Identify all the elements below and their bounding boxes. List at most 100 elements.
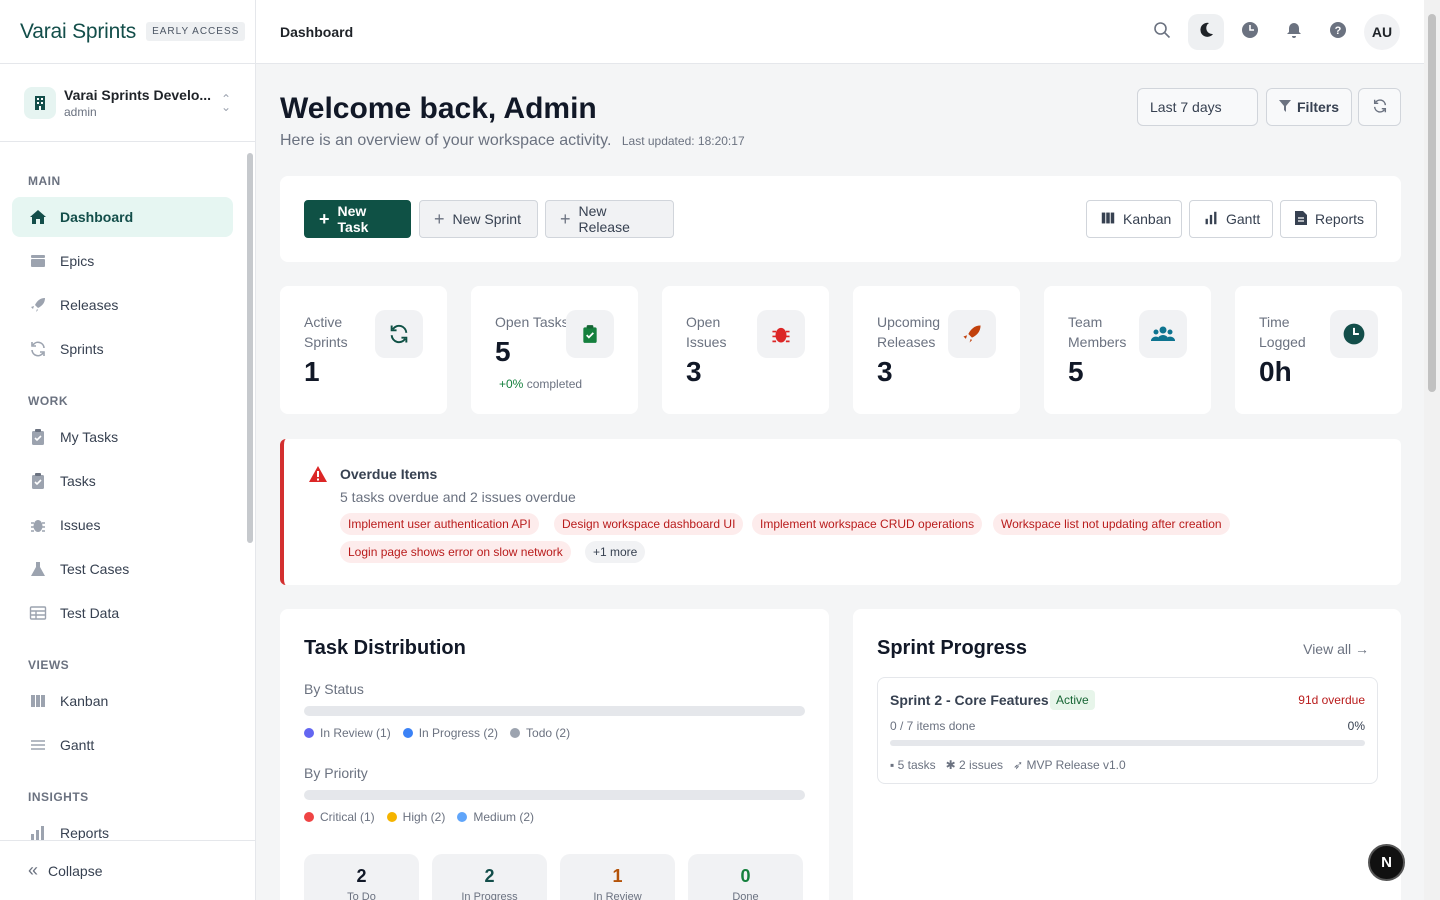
workspace-switcher[interactable]: Varai Sprints Develo... admin ⌃ ⌄ [0,64,255,142]
time-log-button[interactable] [1232,14,1268,50]
count-label: To Do [347,891,376,900]
page-scrollbar-thumb[interactable] [1428,14,1436,392]
legend-dot [386,812,397,822]
legend-item: Medium (2) [457,810,534,824]
sidebar-item-releases[interactable]: Releases [12,285,233,325]
help-button[interactable]: ? [1320,14,1356,50]
sprint-overdue: 91d overdue [1298,693,1365,707]
clipboard-check-icon [28,471,48,491]
stat-card-time-logged[interactable]: Time Logged 0h [1235,286,1402,414]
stat-card-open-tasks[interactable]: Open Tasks 5 +0% completed [471,286,638,414]
filters-button[interactable]: Filters [1266,88,1352,126]
filter-icon [1279,99,1291,115]
stat-value: 1 [304,356,320,387]
sidebar-item-my-tasks[interactable]: My Tasks [12,417,233,457]
bug-icon [28,515,48,535]
sprint-item[interactable]: Sprint 2 - Core Features Active 91d over… [877,677,1378,784]
count-card-in-progress[interactable]: 2 In Progress [432,854,547,900]
stat-card-active-sprints[interactable]: Active Sprints 1 [280,286,447,414]
users-icon [1139,310,1187,358]
sidebar-scrollbar[interactable] [246,143,254,840]
legend-item: Todo (2) [510,726,570,740]
sprint-meta: ▪ 5 tasks ✱ 2 issues ➶ MVP Release v1.0 [890,758,1126,772]
clipboard-check-icon [28,427,48,447]
refresh-button[interactable] [1358,88,1401,126]
new-release-label: New Release [578,203,630,235]
sidebar-item-sprints[interactable]: Sprints [12,329,233,369]
bell-icon [1285,21,1303,44]
plus-icon: + [560,209,571,229]
sidebar: Varai Sprints EARLY ACCESS Varai Sprints… [0,0,256,900]
count-card-done[interactable]: 0 Done [688,854,803,900]
warning-icon [308,465,328,488]
overdue-chip[interactable]: Design workspace dashboard UI [554,513,744,535]
sidebar-item-test-data[interactable]: Test Data [12,593,233,633]
sprint-progress-title: Sprint Progress [877,637,1028,659]
sidebar-item-label: Dashboard [60,209,134,225]
rocket-icon: ➶ [1013,758,1024,772]
stat-label: Active Sprints [304,314,348,350]
sprint-progress-bar [890,740,1365,746]
subtitle-text: Here is an overview of your workspace ac… [280,132,612,149]
legend-dot [304,812,314,822]
overdue-chip[interactable]: Implement workspace CRUD operations [752,513,983,535]
clipboard-check-icon [566,310,614,358]
gantt-view-button[interactable]: Gantt [1189,200,1273,238]
sidebar-item-dashboard[interactable]: Dashboard [12,197,233,237]
sidebar-scrollbar-thumb[interactable] [247,153,253,543]
next-dev-button[interactable]: N [1368,844,1405,881]
refresh-icon [375,310,423,358]
collapse-button[interactable]: « Collapse [0,840,255,900]
count-card-todo[interactable]: 2 To Do [304,854,419,900]
view-all-link[interactable]: View all → [1303,641,1369,657]
kanban-view-button[interactable]: Kanban [1086,200,1182,238]
sidebar-item-gantt[interactable]: Gantt [12,725,233,765]
sidebar-item-label: Issues [60,517,101,533]
overdue-more-chip[interactable]: +1 more [585,541,646,563]
sidebar-item-label: Epics [60,253,95,269]
overdue-chip[interactable]: Workspace list not updating after creati… [993,513,1230,535]
refresh-icon [1372,98,1388,117]
columns-icon [28,691,48,711]
stat-card-team-members[interactable]: Team Members 5 [1044,286,1211,414]
user-avatar[interactable]: AU [1364,14,1400,50]
stat-card-upcoming-releases[interactable]: Upcoming Releases 3 [853,286,1020,414]
file-icon [1295,210,1307,228]
sidebar-item-label: Kanban [60,693,109,709]
new-task-button[interactable]: + New Task [304,200,411,238]
sidebar-item-epics[interactable]: Epics [12,241,233,281]
priority-bar [304,790,805,800]
date-range-select[interactable]: Last 7 days [1137,88,1258,126]
stat-value: 0h [1259,356,1292,387]
new-sprint-button[interactable]: + New Sprint [419,200,538,238]
sidebar-item-test-cases[interactable]: Test Cases [12,549,233,589]
sidebar-item-reports[interactable]: Reports [12,813,233,840]
new-sprint-label: New Sprint [452,211,521,227]
notifications-button[interactable] [1276,14,1312,50]
theme-toggle-button[interactable] [1188,14,1224,50]
stat-card-open-issues[interactable]: Open Issues 3 [662,286,829,414]
overdue-chip[interactable]: Login page shows error on slow network [340,541,571,563]
sidebar-item-tasks[interactable]: Tasks [12,461,233,501]
overdue-chip[interactable]: Implement user authentication API [340,513,539,535]
reports-view-button[interactable]: Reports [1280,200,1377,238]
new-release-button[interactable]: + New Release [545,200,674,238]
stat-note: +0% completed [499,377,582,391]
status-legend: In Review (1) In Progress (2) Todo (2) [304,726,570,740]
search-button[interactable] [1144,14,1180,50]
brand[interactable]: Varai Sprints EARLY ACCESS [0,0,255,64]
task-distribution-title: Task Distribution [304,637,466,659]
nav-section-main: MAIN [28,174,61,188]
count-card-in-review[interactable]: 1 In Review [560,854,675,900]
rocket-icon [948,310,996,358]
home-icon [28,207,48,227]
sidebar-item-issues[interactable]: Issues [12,505,233,545]
stat-value: 3 [686,356,702,387]
sidebar-item-label: Reports [60,825,110,840]
arrow-right-icon: → [1355,641,1369,657]
gantt-label: Gantt [1226,211,1261,227]
page-scrollbar[interactable] [1424,0,1440,900]
view-all-label: View all [1303,641,1352,657]
sidebar-item-kanban[interactable]: Kanban [12,681,233,721]
layers-icon [28,251,48,271]
